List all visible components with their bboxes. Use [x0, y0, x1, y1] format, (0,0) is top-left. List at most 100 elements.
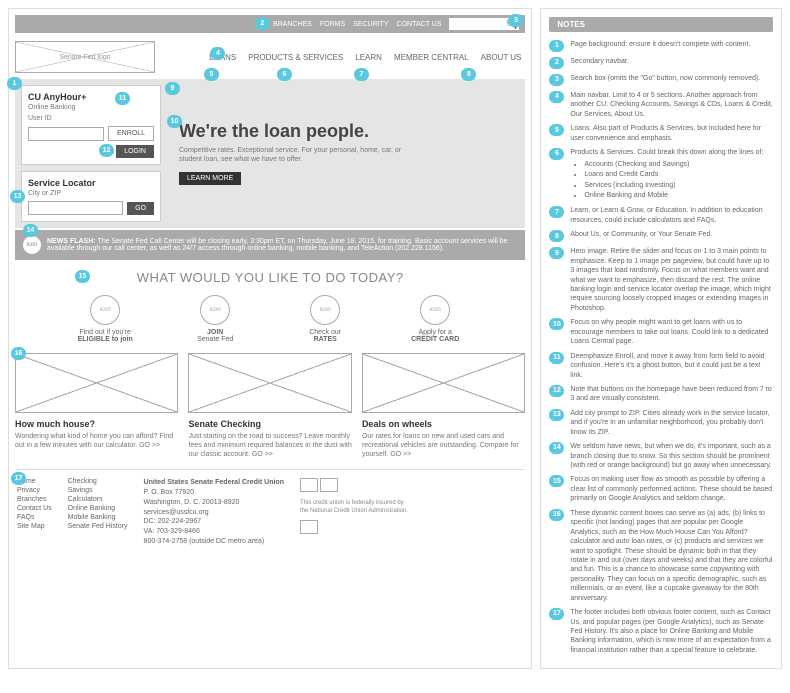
annotation-3: 3	[508, 14, 523, 27]
secondary-navbar: 2 BRANCHES FORMS SECURITY CONTACT US 🔍 3	[15, 15, 525, 33]
login-button[interactable]: LOGIN	[116, 145, 154, 158]
annotation-11: 11	[115, 92, 130, 105]
footer-link[interactable]: Calculators	[68, 496, 128, 503]
note-item: 12Note that buttons on the homepage have…	[549, 385, 773, 404]
notes-panel: NOTES 1Page background: ensure it doesn'…	[540, 8, 782, 669]
userid-input[interactable]	[28, 127, 104, 141]
news-flash: 14 icon NEWS FLASH: The Senate Fed Call …	[15, 230, 525, 260]
promo-wheels[interactable]: Deals on wheels Our rates for loans on n…	[362, 353, 525, 459]
footer: 17 Home Privacy Branches Contact Us FAQs…	[15, 469, 525, 555]
footer-link[interactable]: Privacy	[17, 487, 52, 494]
footer-address: United States Senate Federal Credit Unio…	[144, 478, 284, 547]
note-number: 6	[549, 148, 564, 160]
footer-link[interactable]: Online Banking	[68, 505, 128, 512]
footer-link[interactable]: FAQs	[17, 514, 52, 521]
promo-house-body: Wondering what kind of home you can affo…	[15, 432, 178, 450]
annotation-4: 4	[210, 47, 225, 60]
note-item: 10Focus on why people might want to get …	[549, 318, 773, 346]
note-item: 5Loans. Also part of Products & Services…	[549, 124, 773, 143]
login-field-label: User ID	[28, 115, 154, 122]
note-item: 7Learn, or Learn & Grow, or Education. I…	[549, 206, 773, 225]
task-rates[interactable]: icon Check ourRATES	[285, 295, 365, 343]
note-item: 11Deemphasize Enroll, and move it away f…	[549, 352, 773, 380]
note-text: Page background: ensure it doesn't compe…	[570, 40, 750, 52]
locator-title: Service Locator	[28, 178, 154, 188]
promo-checking[interactable]: Senate Checking Just starting on the roa…	[188, 353, 351, 459]
annotation-6: 6	[277, 68, 292, 81]
footer-link[interactable]: Mobile Banking	[68, 514, 128, 521]
topnav-security[interactable]: SECURITY	[353, 21, 388, 28]
note-item: 4Main navbar. Limit to 4 or 5 sections. …	[549, 91, 773, 119]
flash-text: The Senate Fed Call Center will be closi…	[47, 238, 508, 252]
topnav-forms[interactable]: FORMS	[320, 21, 345, 28]
note-text: Main navbar. Limit to 4 or 5 sections. A…	[570, 91, 773, 119]
locator-go-button[interactable]: GO	[127, 202, 154, 215]
main-navbar: 4 LOANS PRODUCTS & SERVICES LEARN MEMBER…	[161, 53, 525, 62]
annotation-13: 13	[10, 190, 25, 203]
note-number: 9	[549, 247, 564, 259]
footer-link[interactable]: Savings	[68, 487, 128, 494]
note-text: Learn, or Learn & Grow, or Education. In…	[570, 206, 773, 225]
locator-input[interactable]	[28, 201, 123, 215]
footer-col1: Home Privacy Branches Contact Us FAQs Si…	[17, 478, 52, 547]
nav-about[interactable]: ABOUT US	[481, 53, 522, 62]
enroll-button[interactable]: ENROLL	[108, 126, 154, 141]
footer-link[interactable]: Contact Us	[17, 505, 52, 512]
task-join[interactable]: icon JOINSenate Fed	[175, 295, 255, 343]
footer-link[interactable]: Site Map	[17, 523, 52, 530]
note-item: 6Products & Services. Could break this d…	[549, 148, 773, 201]
note-item: 17The footer includes both obvious foote…	[549, 608, 773, 655]
task-eligible-icon: icon	[90, 295, 120, 325]
notes-list: 1 Page background: ensure it doesn't comp…	[549, 40, 773, 655]
footer-col2: Checking Savings Calculators Online Bank…	[68, 478, 128, 547]
flash-icon: icon	[23, 236, 41, 254]
note-number: 17	[549, 608, 564, 620]
promo-house[interactable]: How much house? Wondering what kind of h…	[15, 353, 178, 459]
annotation-16: 16	[11, 347, 26, 360]
note-item: 1 Page background: ensure it doesn't comp…	[549, 40, 773, 52]
footer-link[interactable]: Senate Fed History	[68, 523, 128, 530]
footer-link[interactable]: Branches	[17, 496, 52, 503]
promo-house-image	[15, 353, 178, 413]
note-number: 15	[549, 475, 564, 487]
task-eligible[interactable]: icon Find out if you'reELIGIBLE to join	[65, 295, 145, 343]
nav-products[interactable]: PRODUCTS & SERVICES	[248, 53, 343, 62]
tasks-section: 15 WHAT WOULD YOU LIKE TO DO TODAY? icon…	[15, 270, 525, 343]
annotation-10: 10	[167, 115, 182, 128]
note-number: 2	[549, 57, 564, 69]
logo-placeholder: Senate Fed logo	[15, 41, 155, 73]
note-item: 16 These dynamic content boxes can serve …	[549, 509, 773, 603]
note-text: Secondary navbar.	[570, 57, 628, 69]
promo-wheels-title: Deals on wheels	[362, 419, 525, 429]
annotation-8: 8	[461, 68, 476, 81]
note-text: We seldom have news, but when we do, it'…	[570, 442, 773, 470]
annotation-12: 12	[99, 144, 114, 157]
nav-learn[interactable]: LEARN	[355, 53, 382, 62]
promo-house-title: How much house?	[15, 419, 178, 429]
note-item: 13Add city prompt to ZIP. Cities already…	[549, 409, 773, 437]
footer-badges: This credit union is federally insured b…	[300, 478, 410, 547]
note-text: Search box (omits the "Go" button, now c…	[570, 74, 760, 86]
note-text: Loans. Also part of Products & Services,…	[570, 124, 773, 143]
note-number: 16	[549, 509, 564, 521]
nav-member[interactable]: MEMBER CENTRAL	[394, 53, 469, 62]
note-text: These dynamic content boxes can serve as…	[570, 509, 773, 603]
annotation-7: 7	[354, 68, 369, 81]
annotation-5: 5	[204, 68, 219, 81]
locator-panel: 13 Service Locator City or ZIP GO	[21, 171, 161, 222]
topnav-branches[interactable]: BRANCHES	[273, 21, 312, 28]
footer-link[interactable]: Checking	[68, 478, 128, 485]
login-title: CU AnyHour+	[28, 92, 154, 102]
note-item: 8About Us, or Community, or Your Senate …	[549, 230, 773, 242]
hero-headline: We're the loan people.	[179, 121, 513, 142]
note-number: 1	[549, 40, 564, 52]
note-item: 15Focus on making user flow as smooth as…	[549, 475, 773, 503]
annotation-9: 9	[165, 82, 180, 95]
annotation-15: 15	[75, 270, 90, 283]
learn-more-button[interactable]: LEARN MORE	[179, 172, 241, 185]
topnav-contact[interactable]: CONTACT US	[397, 21, 442, 28]
note-number: 3	[549, 74, 564, 86]
insured-text: This credit union is federally insured b…	[300, 500, 408, 514]
task-creditcard[interactable]: icon Apply for aCREDIT CARD	[395, 295, 475, 343]
ehl-seal-icon	[320, 478, 338, 492]
